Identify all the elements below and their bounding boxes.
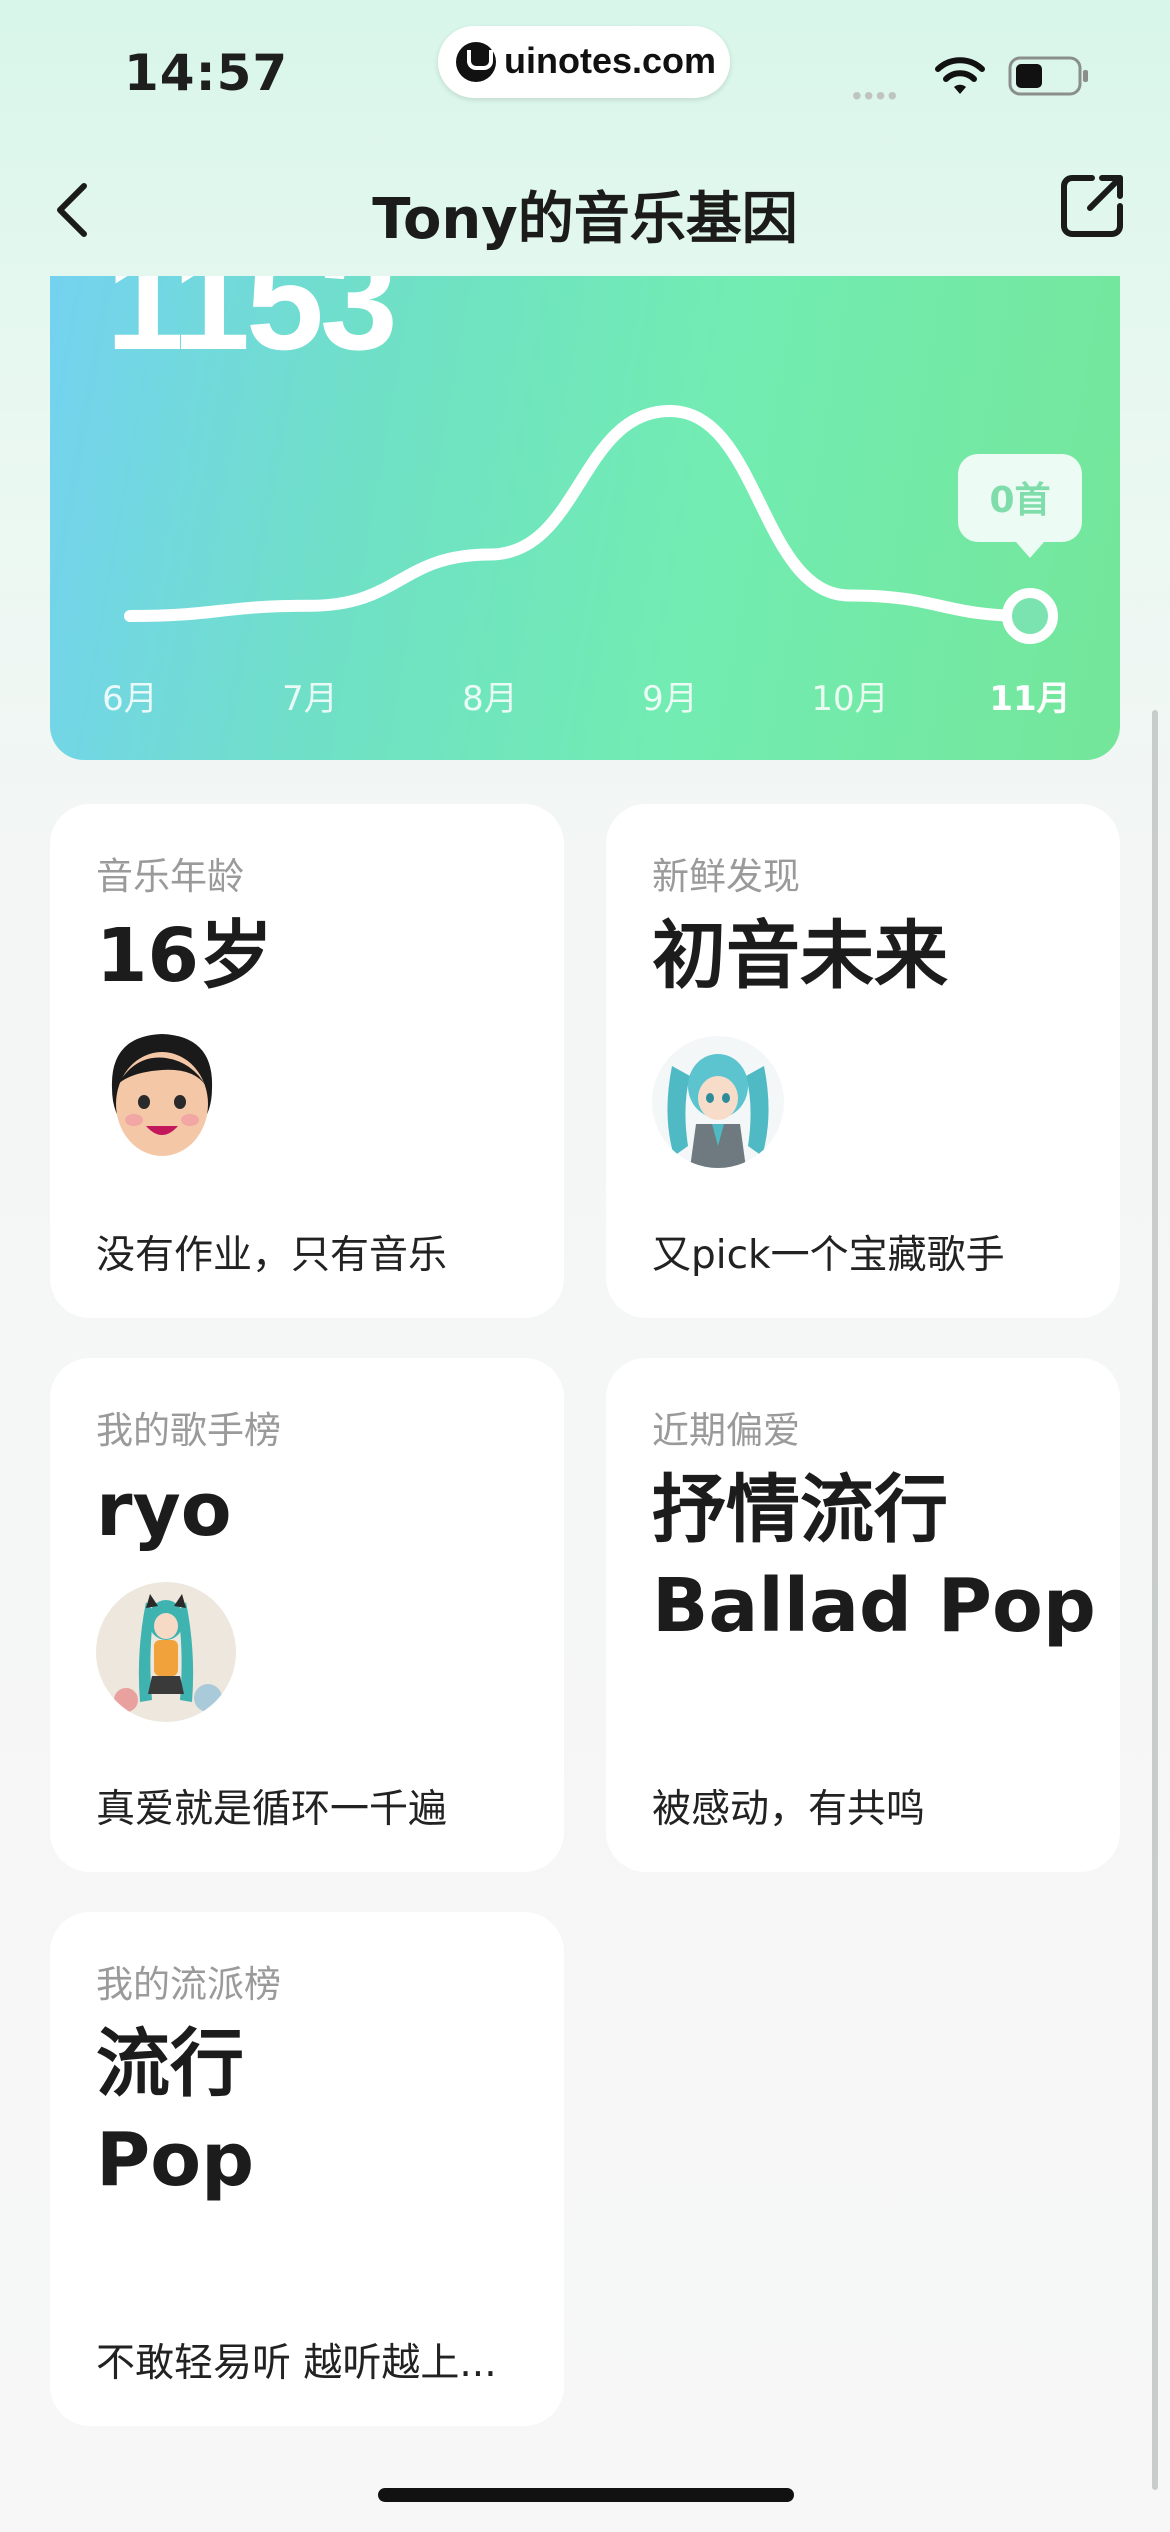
navigation-bar: Tony的音乐基因 — [0, 150, 1170, 270]
card-label: 近期偏爱 — [652, 1409, 800, 1452]
x-axis-label: 10月 — [811, 679, 888, 719]
scrollbar[interactable] — [1152, 710, 1158, 2490]
girl-avatar-emoji-icon — [111, 1034, 213, 1156]
x-axis-label: 6月 — [102, 679, 158, 719]
home-indicator[interactable] — [378, 2488, 794, 2502]
card-description: 没有作业，只有音乐 — [96, 1233, 448, 1278]
tooltip-pointer — [1016, 542, 1044, 558]
card-title-line: 流行 — [96, 2021, 244, 2107]
card-description: 又pick一个宝藏歌手 — [652, 1233, 1005, 1278]
listening-trend-card: 1153 6月 7月 8月 9月 10月 11月 0首 — [50, 276, 1120, 760]
card-title: 16岁 — [96, 913, 273, 999]
card-description: 真爱就是循环一千遍 — [96, 1787, 448, 1832]
card-title-line: 抒情流行 — [652, 1467, 948, 1553]
status-bar: 14:57 uinotes.com •••• — [0, 0, 1170, 150]
card-label: 新鲜发现 — [652, 855, 800, 898]
card-title: 流行 Pop — [96, 2016, 254, 2208]
card-title-line: Ballad Pop — [652, 1563, 1096, 1649]
trend-chart: 6月 7月 8月 9月 10月 11月 0首 — [102, 404, 1082, 719]
site-badge-label: uinotes.com — [504, 40, 717, 81]
tooltip-label: 0首 — [989, 480, 1050, 521]
x-axis-label: 7月 — [282, 679, 338, 719]
x-axis-label: 11月 — [989, 679, 1070, 719]
site-badge: uinotes.com — [438, 26, 730, 98]
battery-icon — [1008, 56, 1088, 96]
card-title: 抒情流行 Ballad Pop — [652, 1462, 1096, 1654]
recent-preference-card[interactable]: 近期偏爱 抒情流行 Ballad Pop 被感动，有共鸣 — [606, 1358, 1120, 1872]
card-label: 我的流派榜 — [96, 1963, 281, 2006]
trend-line — [124, 404, 1036, 622]
music-age-card[interactable]: 音乐年龄 16岁 没有作业，只有音乐 — [50, 804, 564, 1318]
new-discovery-card[interactable]: 新鲜发现 初音未来 又pick一个宝藏歌手 — [606, 804, 1120, 1318]
card-label: 我的歌手榜 — [96, 1409, 281, 1452]
uinotes-logo-icon — [456, 42, 496, 82]
card-label: 音乐年龄 — [96, 855, 244, 898]
status-time: 14:57 — [124, 44, 289, 102]
page-title: Tony的音乐基因 — [372, 187, 798, 252]
hatsune-miku-avatar-icon — [652, 1036, 784, 1168]
artist-chart-card[interactable]: 我的歌手榜 ryo 真爱就是循环一千遍 — [50, 1358, 564, 1872]
card-description: 不敢轻易听 越听越上... — [96, 2341, 497, 2386]
ryo-artist-avatar-icon — [96, 1582, 236, 1722]
x-axis-label: 9月 — [642, 679, 698, 719]
x-axis-label: 8月 — [462, 679, 518, 719]
tooltip-bubble: 0首 — [958, 454, 1082, 558]
selected-point-marker[interactable] — [1002, 588, 1058, 644]
cellular-signal-icon: •••• — [852, 80, 900, 111]
card-description: 被感动，有共鸣 — [652, 1787, 926, 1832]
card-title: ryo — [96, 1467, 232, 1553]
share-icon[interactable] — [1058, 170, 1128, 240]
card-title: 初音未来 — [652, 913, 948, 999]
card-title-line: Pop — [96, 2117, 255, 2203]
wifi-icon — [935, 57, 985, 94]
genre-chart-card[interactable]: 我的流派榜 流行 Pop 不敢轻易听 越听越上... — [50, 1912, 564, 2426]
